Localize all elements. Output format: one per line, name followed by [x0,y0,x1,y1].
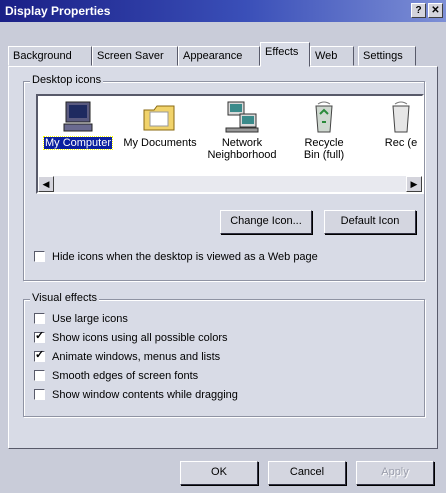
desktop-icons-list[interactable]: My Computer My Documents Network Neighbo… [36,94,424,194]
tab-web[interactable]: Web [310,46,354,66]
visual-effects-group: Visual effects Use large icons ✓ Show ico… [23,292,425,417]
title-bar[interactable]: Display Properties ? ✕ [0,0,446,22]
network-icon [225,101,259,133]
tab-background[interactable]: Background [8,46,92,66]
visual-effects-legend: Visual effects [30,292,100,304]
checkbox-box[interactable] [34,388,45,400]
smooth-edges-checkbox[interactable]: Smooth edges of screen fonts [34,369,198,385]
checkbox-box[interactable] [34,369,45,381]
window-title: Display Properties [5,4,111,18]
effects-panel: Desktop icons My Computer My Documents N… [8,66,438,449]
hide-icons-checkbox[interactable]: Hide icons when the desktop is viewed as… [34,250,318,266]
scroll-left-icon[interactable]: ◀ [38,176,54,192]
apply-button[interactable]: Apply [356,461,434,485]
recycle-bin-icon [392,101,410,133]
close-button[interactable]: ✕ [428,3,443,18]
desktop-icon-my-computer[interactable]: My Computer [38,100,118,150]
option-label: Show window contents while dragging [52,389,238,401]
use-large-icons-checkbox[interactable]: Use large icons [34,312,128,328]
desktop-icon-label: Network Neighborhood [207,137,277,161]
animate-windows-checkbox[interactable]: ✓ Animate windows, menus and lists [34,348,221,366]
option-label: Use large icons [52,313,128,325]
desktop-icon-my-documents[interactable]: My Documents [120,100,200,149]
cancel-button[interactable]: Cancel [268,461,346,485]
recycle-bin-icon [315,101,333,133]
tab-effects[interactable]: Effects [260,42,310,67]
show-window-contents-checkbox[interactable]: Show window contents while dragging [34,388,238,404]
checkbox-box[interactable]: ✓ [34,329,45,343]
checkbox-box[interactable] [34,250,45,262]
computer-icon [63,101,93,132]
option-label: Smooth edges of screen fonts [52,370,199,382]
desktop-icons-group: Desktop icons My Computer My Documents N… [23,74,425,281]
default-icon-button[interactable]: Default Icon [324,210,416,234]
desktop-icon-label: My Computer [42,136,114,150]
desktop-icon-network-neighborhood[interactable]: Network Neighborhood [202,100,282,161]
tab-settings[interactable]: Settings [358,46,416,66]
tab-screen-saver[interactable]: Screen Saver [92,46,178,66]
desktop-icon-label: Rec (e [384,137,418,149]
change-icon-button[interactable]: Change Icon... [220,210,312,234]
checkbox-box[interactable]: ✓ [34,348,45,362]
display-properties-window: Display Properties ? ✕ Background Screen… [0,0,446,493]
desktop-icon-label: Recycle Bin (full) [303,137,345,161]
desktop-icons-legend: Desktop icons [30,74,104,86]
check-mark-icon: ✓ [35,348,45,361]
option-label: Animate windows, menus and lists [52,351,221,363]
show-icons-all-colors-checkbox[interactable]: ✓ Show icons using all possible colors [34,329,228,347]
tab-appearance[interactable]: Appearance [178,46,260,66]
ok-button[interactable]: OK [180,461,258,485]
hide-icons-label: Hide icons when the desktop is viewed as… [52,251,318,263]
scroll-right-icon[interactable]: ▶ [406,176,422,192]
folder-icon [143,105,175,131]
desktop-icon-recycle-bin[interactable]: Recycle Bin (full) [284,100,364,161]
check-mark-icon: ✓ [35,329,45,342]
help-button[interactable]: ? [411,3,426,18]
checkbox-box[interactable] [34,312,45,324]
icons-horizontal-scrollbar[interactable]: ◀ ▶ [38,176,422,192]
desktop-icon-recycle-bin-empty[interactable]: Rec (e [366,100,422,149]
desktop-icon-label: My Documents [123,137,197,149]
option-label: Show icons using all possible colors [52,332,228,344]
